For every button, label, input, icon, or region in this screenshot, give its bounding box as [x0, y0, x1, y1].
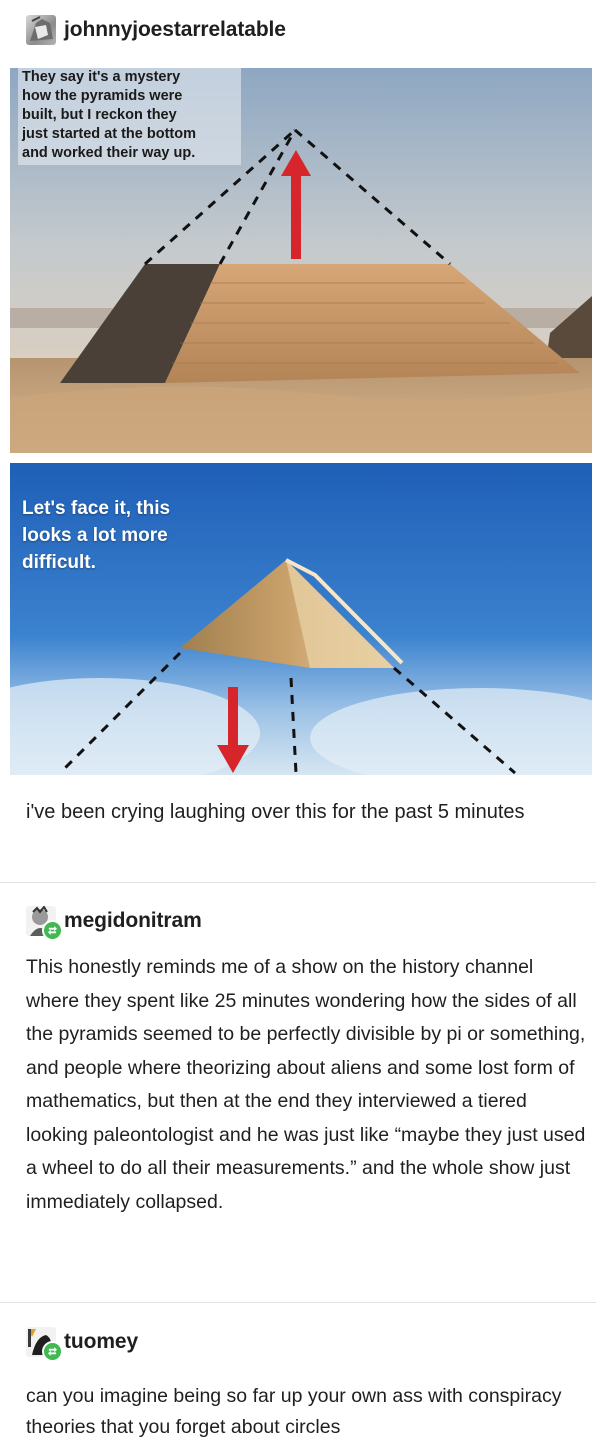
- pyramid-image-bottom: Let's face it, this looks a lot more dif…: [10, 463, 592, 775]
- op-username[interactable]: johnnyjoestarrelatable: [64, 18, 286, 42]
- reblog-icon: [42, 1341, 63, 1362]
- meme-caption-top: They say it's a mystery how the pyramids…: [18, 68, 241, 165]
- divider: [0, 882, 596, 883]
- down-arrow: [228, 687, 238, 749]
- avatar[interactable]: [26, 905, 63, 941]
- reblog-header-2: tuomey: [26, 1327, 138, 1362]
- avatar[interactable]: [26, 1327, 63, 1362]
- reblog-username-1[interactable]: megidonitram: [64, 909, 202, 933]
- reblog-icon: [42, 920, 63, 941]
- reblog-header-1: megidonitram: [26, 905, 202, 941]
- avatar-image: [30, 16, 53, 41]
- divider: [0, 1302, 596, 1303]
- reblog-text-2: can you imagine being so far up your own…: [26, 1385, 562, 1438]
- reblog-text-1: This honestly reminds me of a show on th…: [26, 956, 586, 1213]
- reblog-username-2[interactable]: tuomey: [64, 1330, 138, 1354]
- avatar[interactable]: [26, 15, 56, 45]
- pyramid-image-top: They say it's a mystery how the pyramids…: [10, 68, 592, 453]
- up-arrow: [291, 173, 301, 259]
- op-header: johnnyjoestarrelatable: [26, 15, 286, 45]
- op-post-text: i've been crying laughing over this for …: [26, 801, 525, 823]
- meme-caption-bottom: Let's face it, this looks a lot more dif…: [22, 498, 171, 573]
